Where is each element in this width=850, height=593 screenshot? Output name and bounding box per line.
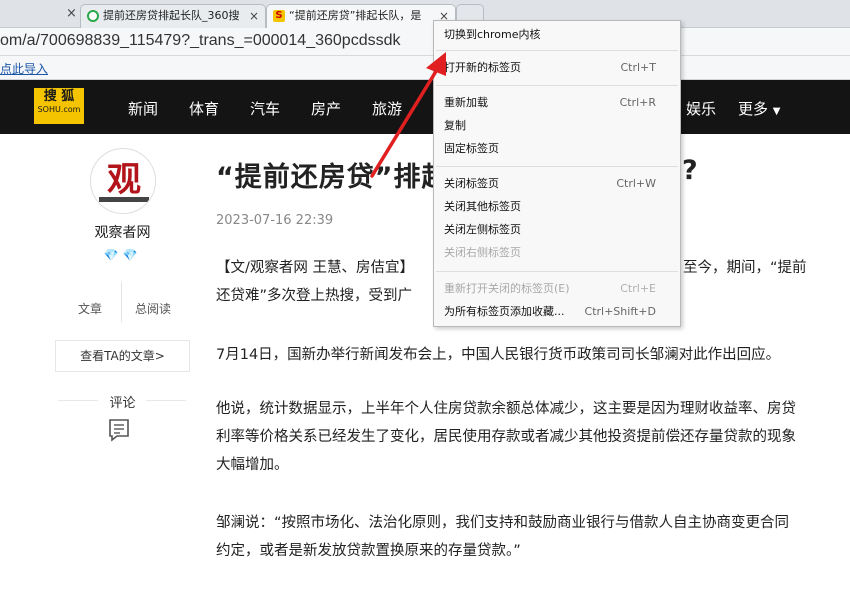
- tab-title: 提前还房贷排起长队_360搜: [103, 9, 240, 22]
- logo-text: 搜 狐: [43, 89, 75, 104]
- paragraph-4-line-2: 约定，或者是新发放贷款置换原来的存量贷款。”: [216, 543, 521, 559]
- import-bookmarks-link[interactable]: 点此导入: [0, 60, 48, 77]
- article-headline: “提前还房贷”排起: [216, 162, 450, 193]
- menu-item-label: 关闭其他标签页: [444, 200, 521, 213]
- menu-separator: [436, 271, 678, 272]
- nav-more-label: 更多: [738, 100, 769, 118]
- menu-item-shortcut: Ctrl+R: [619, 96, 656, 109]
- menu-item-shortcut: Ctrl+E: [620, 282, 656, 295]
- tab-close-icon[interactable]: ×: [66, 6, 77, 21]
- menu-item-close-other-tabs[interactable]: 关闭其他标签页: [434, 196, 680, 218]
- paragraph-4-line-1: 邹澜说：“按照市场化、法治化原则，我们支持和鼓励商业银行与借款人自主协商变更合同: [216, 515, 790, 531]
- sohu-favicon-icon: S: [273, 10, 285, 22]
- menu-item-shortcut: Ctrl+Shift+D: [584, 305, 656, 318]
- guancha-logo-icon: 观: [92, 150, 155, 213]
- avatar[interactable]: 观: [90, 148, 156, 214]
- menu-separator: [436, 50, 678, 51]
- menu-item-label: 重新加载: [444, 96, 488, 109]
- paragraph-3-line-3: 大幅增加。: [216, 457, 289, 473]
- address-bar[interactable]: om/a/700698839_115479?_trans_=000014_360…: [0, 28, 850, 56]
- paragraph-3-line-2: 利率等价格关系已经发生了变化，居民使用存款或者减少其他投资提前偿还存量贷款的现象: [216, 429, 796, 445]
- menu-item-close-right-tabs: 关闭右侧标签页: [434, 242, 680, 264]
- sohu-logo[interactable]: 搜 狐 SOHU.com: [34, 88, 84, 124]
- menu-item-label: 关闭标签页: [444, 177, 499, 190]
- menu-item-label: 关闭左侧标签页: [444, 223, 521, 236]
- nav-item-travel[interactable]: 旅游: [372, 98, 402, 119]
- paragraph-2: 7月14日，国新办举行新闻发布会上，中国人民银行货币政策司司长邹澜对此作出回应。: [216, 347, 781, 363]
- site-navbar: 搜 狐 SOHU.com 新闻 体育 汽车 房产 旅游 娱乐 更多 ▼: [0, 80, 850, 134]
- nav-item-entertainment[interactable]: 娱乐: [686, 98, 716, 119]
- paragraph-1-line-2: 还贷难”多次登上热搜，受到广: [216, 288, 413, 304]
- bookmarks-bar: 点此导入: [0, 56, 850, 80]
- menu-item-shortcut: Ctrl+W: [616, 177, 656, 190]
- stat-reads-label: 总阅读: [135, 302, 172, 316]
- comment-label: 评论: [109, 396, 136, 411]
- divider: [146, 400, 186, 401]
- menu-item-reload[interactable]: 重新加载 Ctrl+R: [434, 92, 680, 114]
- chevron-down-icon: ▼: [772, 106, 781, 117]
- tab-context-menu: 切换到chrome内核 打开新的标签页 Ctrl+T 重新加载 Ctrl+R 复…: [433, 20, 681, 327]
- menu-item-new-tab[interactable]: 打开新的标签页 Ctrl+T: [434, 57, 680, 79]
- menu-item-shortcut: Ctrl+T: [620, 61, 656, 74]
- menu-item-label: 打开新的标签页: [444, 61, 521, 74]
- menu-item-bookmark-all-tabs[interactable]: 为所有标签页添加收藏... Ctrl+Shift+D: [434, 301, 680, 323]
- menu-item-close-tab[interactable]: 关闭标签页 Ctrl+W: [434, 173, 680, 195]
- search-360-favicon-icon: [87, 10, 99, 22]
- paragraph-1-line-1: 【文/观察者网 王慧、房佶宜】: [216, 260, 414, 276]
- menu-item-label: 重新打开关闭的标签页(E): [444, 282, 570, 295]
- author-name[interactable]: 观察者网: [55, 222, 190, 242]
- menu-item-pin-tab[interactable]: 固定标签页: [434, 138, 680, 160]
- nav-item-house[interactable]: 房产: [311, 98, 341, 119]
- menu-item-duplicate[interactable]: 复制: [434, 115, 680, 137]
- tab-close-icon[interactable]: ×: [249, 5, 259, 27]
- menu-item-close-left-tabs[interactable]: 关闭左侧标签页: [434, 219, 680, 241]
- article-headline-tail: ?: [682, 155, 698, 186]
- menu-separator: [436, 85, 678, 86]
- tab-search-results[interactable]: 提前还房贷排起长队_360搜 ×: [80, 4, 266, 28]
- svg-text:观: 观: [107, 160, 141, 200]
- tab-title: “提前还房贷”排起长队，是: [289, 9, 422, 22]
- menu-item-switch-to-chrome-kernel[interactable]: 切换到chrome内核: [434, 24, 680, 46]
- publish-datetime: 2023-07-16 22:39: [216, 213, 334, 228]
- paragraph-3-line-1: 他说，统计数据显示，上半年个人住房贷款余额总体减少，这主要是因为理财收益率、房贷: [216, 401, 796, 417]
- menu-item-label: 为所有标签页添加收藏...: [444, 305, 565, 318]
- comment-icon[interactable]: [107, 418, 131, 442]
- nav-item-more[interactable]: 更多 ▼: [738, 98, 781, 119]
- nav-item-auto[interactable]: 汽车: [250, 98, 280, 119]
- nav-item-sports[interactable]: 体育: [189, 98, 219, 119]
- stat-divider: [121, 282, 122, 322]
- tab-strip: × 提前还房贷排起长队_360搜 × S “提前还房贷”排起长队，是 ×: [0, 0, 850, 28]
- menu-separator: [436, 166, 678, 167]
- diamond-badge-icon: 💎💎: [103, 248, 142, 262]
- menu-item-label: 固定标签页: [444, 142, 499, 155]
- nav-item-news[interactable]: 新闻: [128, 98, 158, 119]
- view-articles-button[interactable]: 查看TA的文章>: [55, 340, 190, 372]
- tab-sohu-article[interactable]: S “提前还房贷”排起长队，是 ×: [266, 4, 456, 28]
- menu-item-label: 切换到chrome内核: [444, 28, 541, 41]
- stat-articles-label: 文章: [78, 302, 103, 316]
- menu-item-label: 关闭右侧标签页: [444, 246, 521, 259]
- logo-subtext: SOHU.com: [37, 105, 81, 114]
- url-text[interactable]: om/a/700698839_115479?_trans_=000014_360…: [0, 32, 401, 50]
- menu-item-reopen-closed-tab: 重新打开关闭的标签页(E) Ctrl+E: [434, 278, 680, 300]
- paragraph-1-line-1-tail: 至今，期间，“提前: [683, 260, 807, 276]
- menu-item-label: 复制: [444, 119, 466, 132]
